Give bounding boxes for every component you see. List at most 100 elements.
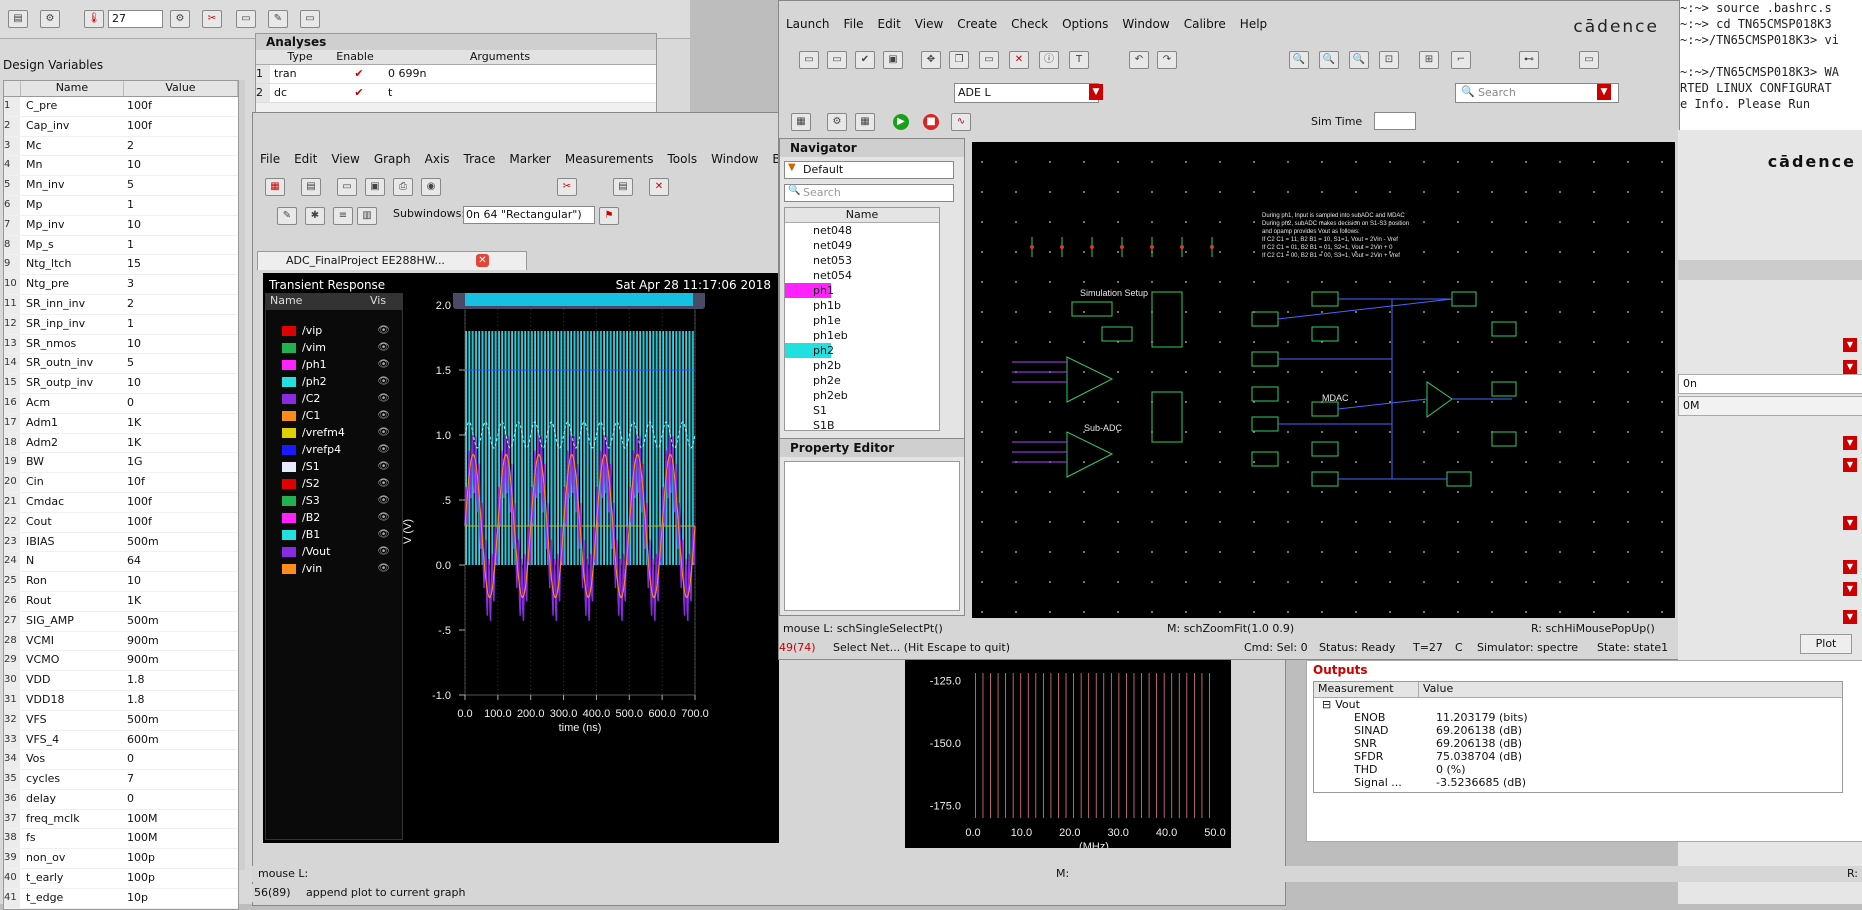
- variable-value[interactable]: 10: [123, 156, 237, 175]
- design-variable-row[interactable]: 23 IBIAS 500m: [4, 532, 238, 553]
- menu-marker[interactable]: Marker: [502, 149, 557, 169]
- navigator-item[interactable]: S1: [785, 403, 939, 418]
- print-icon[interactable]: ⎙: [393, 178, 413, 196]
- schematic-search-input[interactable]: Search: [1455, 83, 1619, 103]
- eye-icon[interactable]: 👁: [377, 512, 390, 523]
- delete-icon[interactable]: ✕: [649, 178, 669, 196]
- check-save-icon[interactable]: ✔: [855, 51, 875, 69]
- temperature-field[interactable]: 27: [108, 10, 163, 28]
- design-variable-row[interactable]: 7 Mp_inv 10: [4, 215, 238, 236]
- variable-value[interactable]: 5: [123, 176, 237, 195]
- plot-icon[interactable]: ∿: [951, 113, 971, 131]
- design-variable-row[interactable]: 39 non_ov 100p: [4, 849, 238, 870]
- collapse-icon[interactable]: ⊟: [1314, 698, 1331, 711]
- design-variable-row[interactable]: 28 VCMI 900m: [4, 631, 238, 652]
- eye-icon[interactable]: 👁: [377, 393, 390, 404]
- delete-icon[interactable]: ✕: [1009, 51, 1029, 69]
- design-variable-row[interactable]: 26 Rout 1K: [4, 591, 238, 612]
- chevron-down-icon[interactable]: ▼: [1843, 582, 1857, 596]
- design-variable-row[interactable]: 25 Ron 10: [4, 572, 238, 592]
- properties-icon[interactable]: ⓘ: [1039, 51, 1059, 69]
- eye-icon[interactable]: 👁: [377, 546, 390, 557]
- menu-graph[interactable]: Graph: [367, 149, 418, 169]
- variable-value[interactable]: 900m: [123, 632, 237, 651]
- menu-axis[interactable]: Axis: [418, 149, 457, 169]
- chevron-down-icon[interactable]: ▼: [1843, 516, 1857, 530]
- design-variable-row[interactable]: 27 SIG_AMP 500m: [4, 611, 238, 632]
- wand-icon[interactable]: ✱: [305, 207, 325, 225]
- design-variable-row[interactable]: 24 N 64: [4, 552, 238, 573]
- menu-check[interactable]: Check: [1004, 13, 1055, 33]
- variable-value[interactable]: 100f: [123, 493, 237, 512]
- variable-value[interactable]: 0: [123, 790, 237, 809]
- save-icon[interactable]: ▣: [365, 178, 385, 196]
- menu-view[interactable]: View: [324, 149, 366, 169]
- variable-value[interactable]: 100f: [123, 97, 237, 116]
- stop-icon[interactable]: ▭: [236, 10, 256, 28]
- navigator-filter[interactable]: Default: [784, 161, 954, 179]
- menu-calibre[interactable]: Calibre: [1177, 13, 1233, 33]
- open-icon[interactable]: ▭: [827, 51, 847, 69]
- navigator-item[interactable]: ph2e: [785, 373, 939, 388]
- strip-icon[interactable]: ≡: [333, 207, 353, 225]
- variable-value[interactable]: 3: [123, 275, 237, 294]
- variable-value[interactable]: 10: [123, 572, 237, 591]
- design-variable-row[interactable]: 1 C_pre 100f: [4, 97, 238, 117]
- navigator-item[interactable]: ph1: [785, 283, 939, 298]
- variable-value[interactable]: 0: [123, 750, 237, 769]
- search-dropdown-icon[interactable]: ▼: [1597, 84, 1611, 100]
- output-row[interactable]: THD 0 (%): [1314, 763, 1842, 776]
- out-header-value[interactable]: Value: [1419, 682, 1453, 697]
- plot-button[interactable]: Plot: [1800, 634, 1852, 654]
- eye-icon[interactable]: 👁: [377, 495, 390, 506]
- zoom-overview-bar[interactable]: [453, 293, 705, 309]
- menu-options[interactable]: Options: [1055, 13, 1115, 33]
- enable-checkbox[interactable]: ✔: [354, 84, 363, 102]
- design-variable-row[interactable]: 38 fs 100M: [4, 829, 238, 850]
- menu-window[interactable]: Window: [704, 149, 765, 169]
- tool-icon[interactable]: ✎: [277, 207, 297, 225]
- open-folder-icon[interactable]: ▭: [300, 10, 320, 28]
- design-variable-row[interactable]: 17 Adm1 1K: [4, 413, 238, 434]
- design-variable-row[interactable]: 14 SR_outn_inv 5: [4, 354, 238, 375]
- chevron-down-icon[interactable]: ▼: [1843, 360, 1857, 374]
- zoom-area-icon[interactable]: ⊡: [1379, 51, 1399, 69]
- chevron-down-icon[interactable]: ▼: [1843, 610, 1857, 624]
- variable-value[interactable]: 2: [123, 295, 237, 314]
- variable-value[interactable]: 1.8: [123, 671, 237, 690]
- design-variable-row[interactable]: 40 t_early 100p: [4, 869, 238, 889]
- design-variable-row[interactable]: 15 SR_outp_inv 10: [4, 374, 238, 394]
- stop-icon[interactable]: ■: [923, 114, 939, 130]
- schematic-drawing[interactable]: Simulation Setup Sub-ADC MDAC During ph1…: [972, 142, 1675, 618]
- chevron-down-icon[interactable]: ▼: [1843, 458, 1857, 472]
- save-icon[interactable]: ▣: [883, 51, 903, 69]
- design-variable-row[interactable]: 35 cycles 7: [4, 770, 238, 790]
- wire-icon[interactable]: ⌐: [1451, 51, 1471, 69]
- output-row[interactable]: SFDR 75.038704 (dB): [1314, 750, 1842, 763]
- run-icon[interactable]: ▶: [893, 114, 909, 130]
- legend-row[interactable]: /S1 👁: [266, 458, 402, 475]
- cut-icon[interactable]: ✂: [557, 178, 577, 196]
- subwindows-select[interactable]: 0n 64 "Rectangular"): [463, 206, 595, 224]
- variable-value[interactable]: 10: [123, 216, 237, 235]
- analysis-row[interactable]: 1 tran ✔ 0 699n: [256, 65, 656, 84]
- menu-trace[interactable]: Trace: [457, 149, 503, 169]
- flag-icon[interactable]: ⚑: [599, 207, 619, 225]
- menu-edit[interactable]: Edit: [287, 149, 324, 169]
- output-row[interactable]: SINAD 69.206138 (dB): [1314, 724, 1842, 737]
- design-variable-row[interactable]: 20 Cin 10f: [4, 473, 238, 493]
- menu-measurements[interactable]: Measurements: [558, 149, 661, 169]
- new-icon[interactable]: ▭: [799, 51, 819, 69]
- close-tab-icon[interactable]: ✕: [476, 254, 489, 267]
- variable-value[interactable]: 0: [123, 394, 237, 413]
- design-variable-row[interactable]: 10 Ntg_pre 3: [4, 275, 238, 295]
- legend-row[interactable]: /B1 👁: [266, 526, 402, 543]
- design-variable-row[interactable]: 41 t_edge 10p: [4, 888, 238, 909]
- design-variable-row[interactable]: 36 delay 0: [4, 789, 238, 810]
- navigator-item[interactable]: ph2eb: [785, 388, 939, 403]
- design-variable-row[interactable]: 37 freq_mclk 100M: [4, 809, 238, 830]
- variable-value[interactable]: 100p: [123, 869, 237, 888]
- variable-value[interactable]: 100f: [123, 117, 237, 136]
- navigator-item[interactable]: ph1b: [785, 298, 939, 313]
- menu-help[interactable]: Help: [1233, 13, 1274, 33]
